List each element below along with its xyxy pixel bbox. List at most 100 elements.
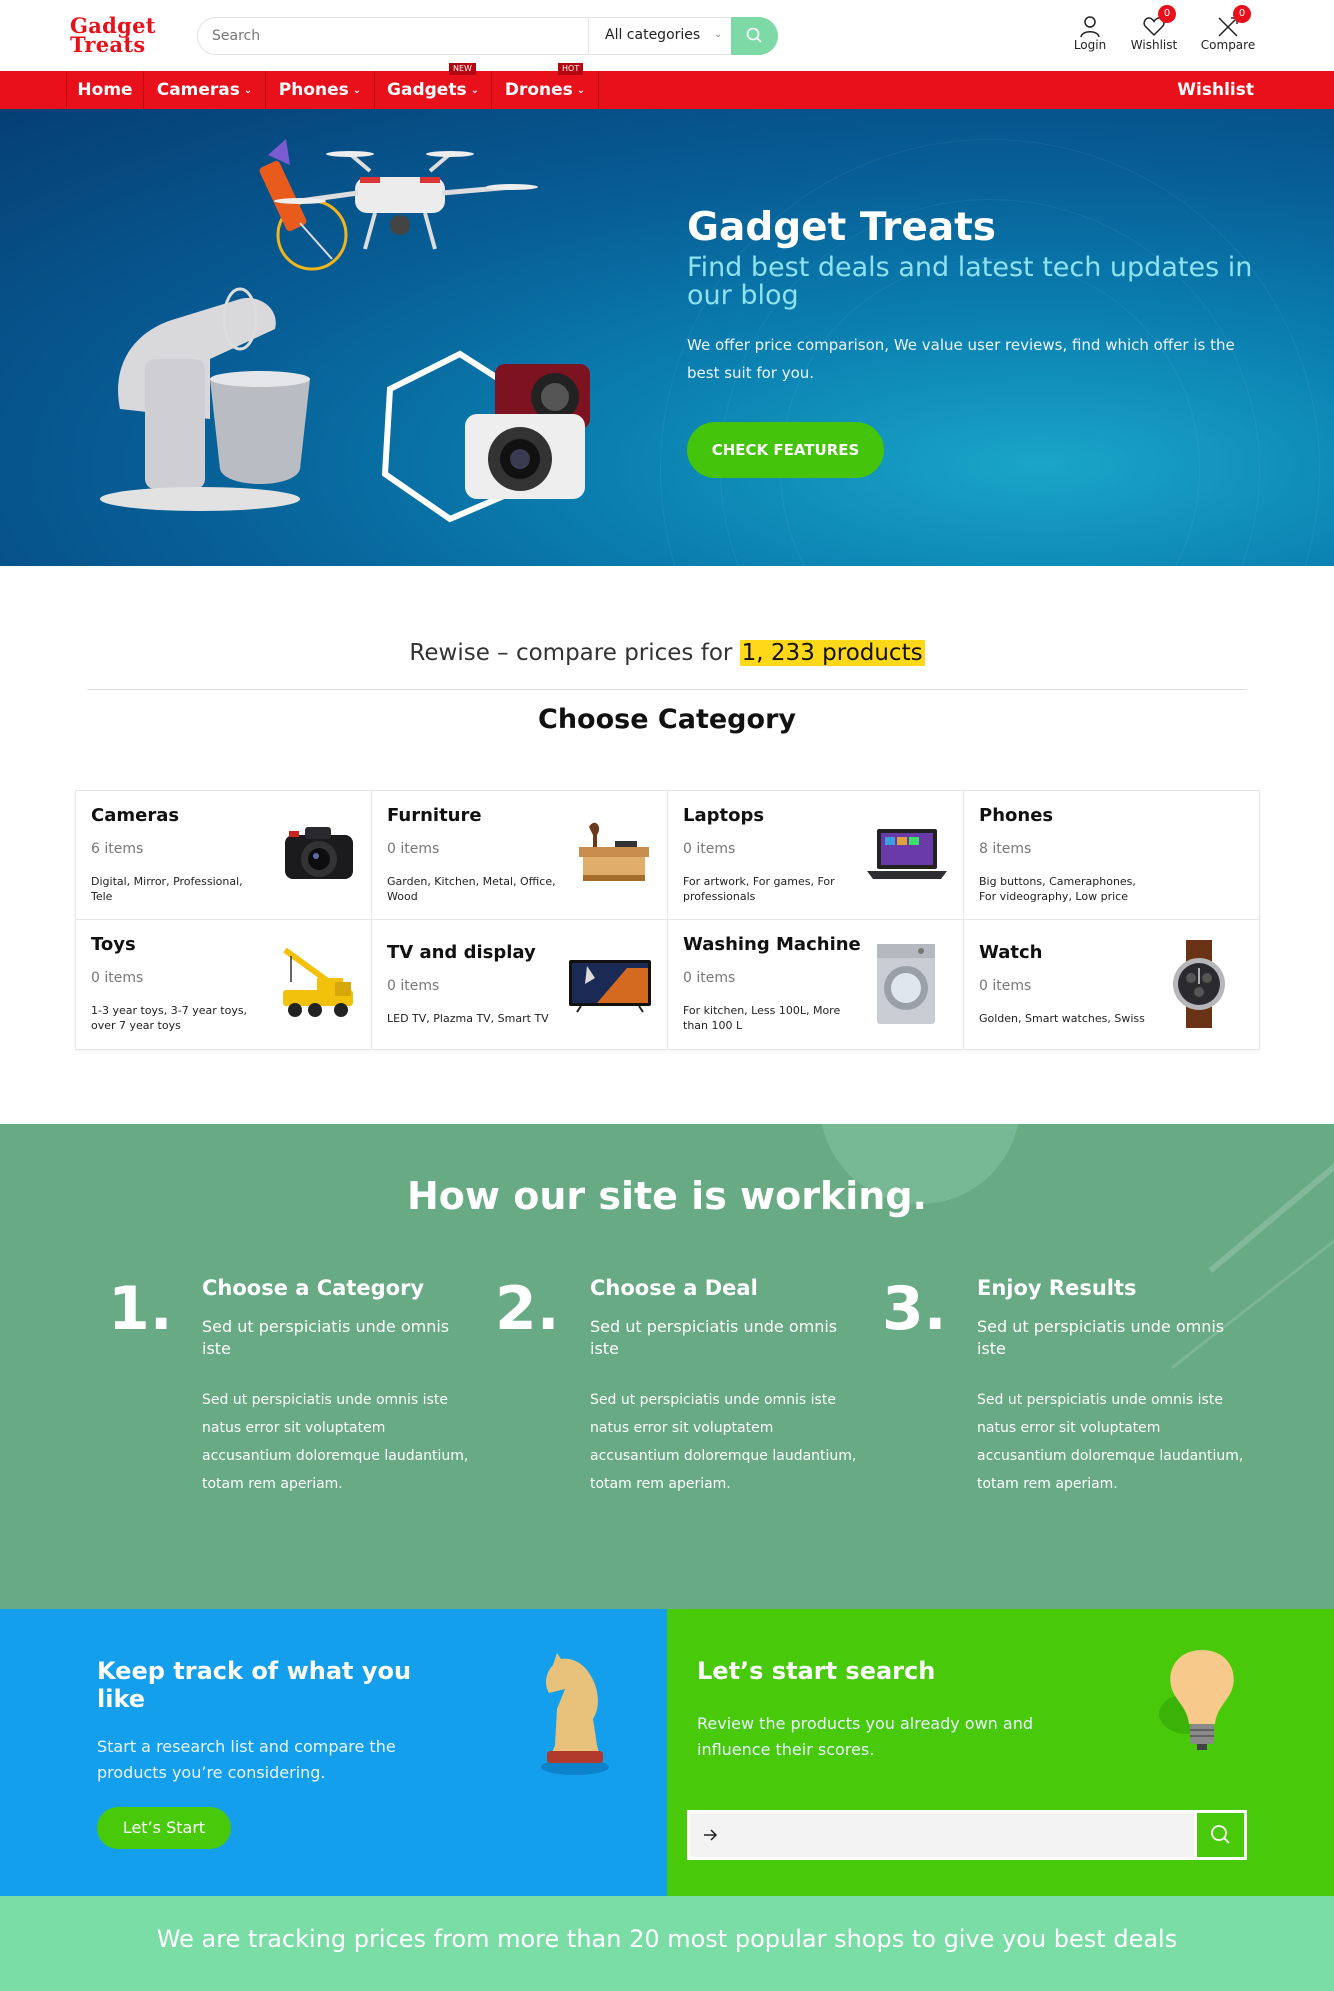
how-title: How our site is working. <box>407 1174 927 1218</box>
category-card-furniture[interactable]: Furniture 0 items Garden, Kitchen, Metal… <box>372 791 668 920</box>
camera-icon <box>285 827 353 879</box>
category-count: 0 items <box>387 978 440 994</box>
category-card-washing-machine[interactable]: Washing Machine 0 items For kitchen, Les… <box>668 920 964 1049</box>
wishlist-label: Wishlist <box>1130 38 1178 52</box>
category-name: Furniture <box>387 805 482 826</box>
step-number: 2. <box>495 1274 560 1344</box>
step-title: Choose a Deal <box>590 1276 758 1300</box>
tracking-banner: We are tracking prices from more than 20… <box>0 1896 1334 1991</box>
how-it-works-section: How our site is working. 1. Choose a Cat… <box>0 1124 1334 1609</box>
search-button[interactable] <box>731 17 778 55</box>
category-count: 0 items <box>683 841 736 857</box>
search-icon <box>746 27 762 43</box>
category-card-phones[interactable]: Phones 8 items Big buttons, Cameraphones… <box>964 791 1260 920</box>
chevron-down-icon: ⌄ <box>243 85 253 96</box>
category-card-toys[interactable]: Toys 0 items 1-3 year toys, 3-7 year toy… <box>76 920 372 1049</box>
start-search-panel: Let’s start search Review the products y… <box>667 1609 1334 1896</box>
nav-label: Cameras <box>156 80 240 100</box>
header-search: All categories ⌄ <box>197 17 778 55</box>
category-tags: Garden, Kitchen, Metal, Office, Wood <box>387 875 556 903</box>
step-number: 3. <box>882 1274 947 1344</box>
watch-icon <box>1173 940 1225 1028</box>
category-name: Cameras <box>91 805 180 826</box>
chevron-down-icon: ⌄ <box>714 29 723 40</box>
category-name: Toys <box>91 934 136 955</box>
stand-mixer-icon <box>100 287 310 511</box>
category-select[interactable]: All categories ⌄ <box>588 18 731 54</box>
hero-illustration <box>100 139 590 523</box>
drone-icon <box>274 151 538 250</box>
user-icon <box>1080 16 1100 38</box>
compare-label: Compare <box>1200 38 1256 52</box>
logo-line-2: Treats <box>70 32 146 57</box>
category-count: 8 items <box>979 841 1032 857</box>
step-text: Sed ut perspiciatis unde omnis iste natu… <box>202 1392 469 1492</box>
compare-count-badge: 0 <box>1233 5 1251 23</box>
nav-label: Gadgets <box>387 80 467 100</box>
camera-icon <box>465 364 590 499</box>
search-icon <box>1211 1825 1230 1844</box>
choose-category-heading: Choose Category <box>538 704 796 735</box>
nav-label: Drones <box>504 80 573 100</box>
keep-track-text: Start a research list and compare the pr… <box>97 1737 396 1782</box>
step-title: Choose a Category <box>202 1276 425 1300</box>
step-text: Sed ut perspiciatis unde omnis iste natu… <box>977 1392 1244 1492</box>
nav-wishlist-link[interactable]: Wishlist <box>1177 71 1254 109</box>
nav-item-gadgets[interactable]: NEW Gadgets ⌄ <box>375 63 492 109</box>
check-features-button[interactable]: CHECK FEATURES <box>687 422 884 478</box>
category-count: 0 items <box>387 841 440 857</box>
panel-search-input[interactable] <box>726 1813 1176 1857</box>
search-input[interactable] <box>198 18 588 54</box>
category-card-watch[interactable]: Watch 0 items Golden, Smart watches, Swi… <box>964 920 1260 1049</box>
washing-machine-icon <box>877 944 935 1024</box>
wishlist-count-badge: 0 <box>1158 5 1176 23</box>
lets-start-button[interactable]: Let’s Start <box>97 1807 231 1849</box>
wishlist-link[interactable]: Wishlist 0 <box>1128 5 1180 52</box>
step-title: Enjoy Results <box>977 1276 1137 1300</box>
nav-label: Home <box>77 80 133 100</box>
step-number: 1. <box>108 1274 173 1344</box>
category-select-value: All categories <box>605 27 701 43</box>
step-subtitle: Sed ut perspiciatis unde omnis iste <box>590 1317 838 1358</box>
chevron-down-icon: ⌄ <box>576 85 586 96</box>
category-count: 0 items <box>979 978 1032 994</box>
login-label: Login <box>1073 38 1107 52</box>
category-name: Phones <box>979 805 1054 826</box>
lightbulb-icon <box>1159 1650 1234 1750</box>
category-name: Laptops <box>683 805 765 826</box>
category-count: 0 items <box>91 970 144 986</box>
site-logo[interactable]: Gadget Treats <box>70 15 156 57</box>
category-count: 0 items <box>683 970 736 986</box>
product-count-highlight: 1, 233 products <box>739 640 925 666</box>
start-search-title: Let’s start search <box>697 1657 936 1685</box>
compare-link[interactable]: Compare 0 <box>1199 5 1257 52</box>
category-card-cameras[interactable]: Cameras 6 items Digital, Mirror, Profess… <box>76 791 372 920</box>
nav-item-phones[interactable]: Phones ⌄ <box>266 71 375 109</box>
nav-label: Phones <box>278 80 349 100</box>
start-search-text: Review the products you already own and … <box>697 1714 1033 1759</box>
login-link[interactable]: Login <box>1072 14 1108 52</box>
keep-track-panel: Keep track of what you like Start a rese… <box>0 1609 667 1896</box>
hero-subtitle: Find best deals and latest tech updates … <box>687 252 1253 311</box>
hero-description: We offer price comparison, We value user… <box>687 336 1235 382</box>
category-card-laptops[interactable]: Laptops 0 items For artwork, For games, … <box>668 791 964 920</box>
category-tags: LED TV, Plazma TV, Smart TV <box>387 1012 549 1025</box>
compare-prefix: Rewise – compare prices for <box>409 640 733 666</box>
category-tags: For kitchen, Less 100L, More than 100 L <box>683 1004 841 1032</box>
category-tags: Golden, Smart watches, Swiss <box>979 1012 1145 1025</box>
compare-headline: Rewise – compare prices for 1, 233 produ… <box>0 640 1334 666</box>
nav-item-home[interactable]: Home <box>66 71 144 109</box>
chevron-down-icon: ⌄ <box>352 85 362 96</box>
firework-rocket-icon <box>259 139 348 271</box>
category-card-tv-and-display[interactable]: TV and display 0 items LED TV, Plazma TV… <box>372 920 668 1049</box>
main-nav: Home Cameras ⌄ Phones ⌄ NEW Gadgets ⌄ HOT D… <box>0 63 1334 109</box>
hero-title: Gadget Treats <box>687 205 997 250</box>
nav-item-drones[interactable]: HOT Drones ⌄ <box>492 63 599 109</box>
tracking-banner-text: We are tracking prices from more than 20… <box>156 1925 1178 1953</box>
category-name: Watch <box>979 942 1043 963</box>
panel-search-button[interactable] <box>1194 1813 1244 1857</box>
category-name: TV and display <box>387 942 536 963</box>
nav-item-cameras[interactable]: Cameras ⌄ <box>144 71 266 109</box>
furniture-icon <box>579 822 649 881</box>
keep-track-title: Keep track of what you like <box>97 1657 412 1713</box>
